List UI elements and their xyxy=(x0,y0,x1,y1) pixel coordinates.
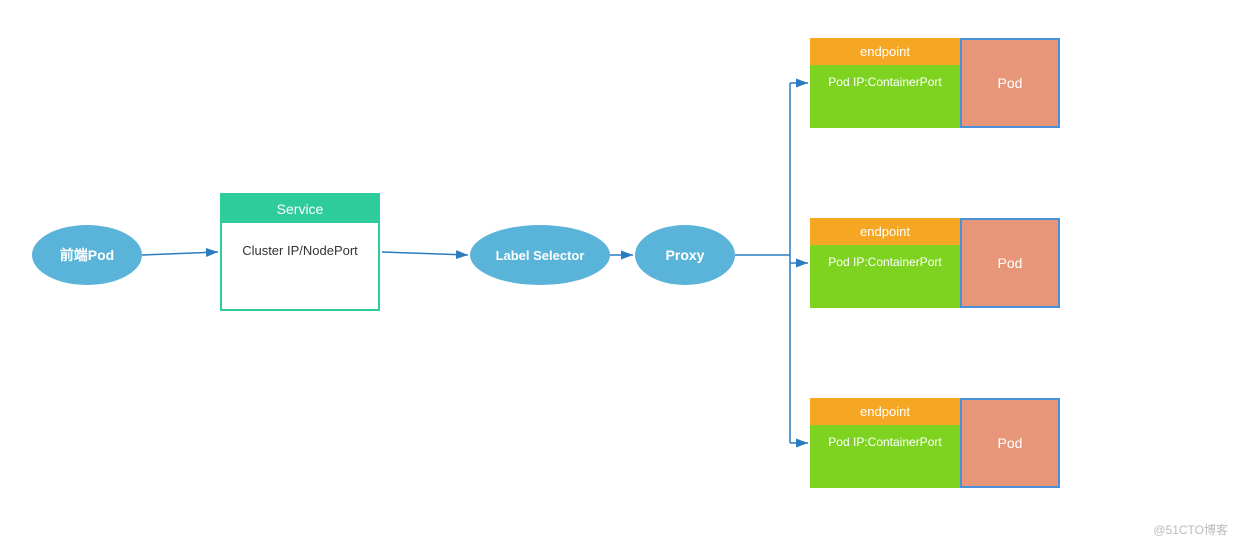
ep-header-1: endpoint xyxy=(810,38,960,65)
pod-box-3: Pod xyxy=(960,398,1060,488)
pod-label-3: Pod xyxy=(998,435,1023,451)
ep-pod-group-3: endpoint Pod IP:ContainerPort Pod xyxy=(810,398,1060,488)
watermark: @51CTO博客 xyxy=(1153,521,1228,538)
ep-pod-group-2: endpoint Pod IP:ContainerPort Pod xyxy=(810,218,1060,308)
service-header: Service xyxy=(222,195,378,223)
label-selector-ellipse: Label Selector xyxy=(470,225,610,285)
ep-body-3: Pod IP:ContainerPort xyxy=(810,425,960,488)
ep-body-2: Pod IP:ContainerPort xyxy=(810,245,960,308)
label-selector-label: Label Selector xyxy=(496,248,585,263)
ep-header-2: endpoint xyxy=(810,218,960,245)
ep-body-1: Pod IP:ContainerPort xyxy=(810,65,960,128)
ep-box-1: endpoint Pod IP:ContainerPort xyxy=(810,38,960,128)
ep-box-2: endpoint Pod IP:ContainerPort xyxy=(810,218,960,308)
service-body: Cluster IP/NodePort xyxy=(222,223,378,278)
ep-pod-group-1: endpoint Pod IP:ContainerPort Pod xyxy=(810,38,1060,128)
diagram-container: 前端Pod Service Cluster IP/NodePort Label … xyxy=(0,0,1248,550)
pod-box-1: Pod xyxy=(960,38,1060,128)
proxy-ellipse: Proxy xyxy=(635,225,735,285)
proxy-label: Proxy xyxy=(666,247,705,263)
qianduan-pod: 前端Pod xyxy=(32,225,142,285)
pod-label-2: Pod xyxy=(998,255,1023,271)
pod-label-1: Pod xyxy=(998,75,1023,91)
pod-box-2: Pod xyxy=(960,218,1060,308)
service-box: Service Cluster IP/NodePort xyxy=(220,193,380,311)
arrows-svg xyxy=(0,0,1248,550)
ep-box-3: endpoint Pod IP:ContainerPort xyxy=(810,398,960,488)
ep-header-3: endpoint xyxy=(810,398,960,425)
qianduan-pod-label: 前端Pod xyxy=(60,245,114,265)
